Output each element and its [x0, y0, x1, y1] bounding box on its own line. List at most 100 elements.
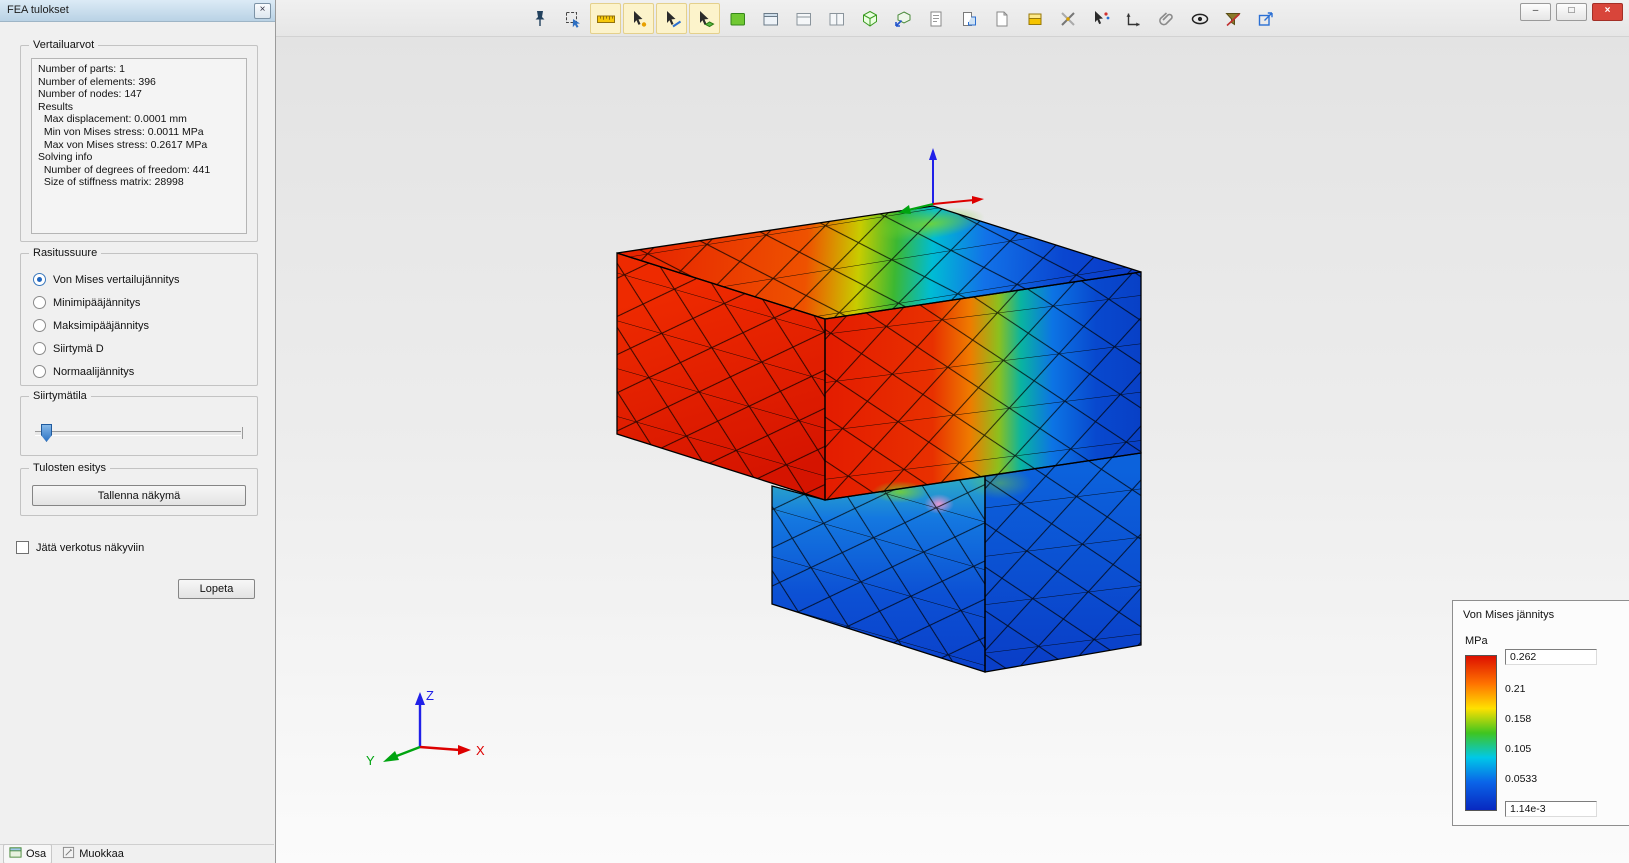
- view-pane2-icon[interactable]: [788, 3, 819, 34]
- muokkaa-icon: [62, 846, 75, 862]
- fea-stat-line: Results: [38, 100, 74, 113]
- fea-stat-line: Number of nodes: 147: [38, 88, 142, 101]
- panel-tab-label: Osa: [26, 848, 47, 860]
- group-vertailuarvot: Vertailuarvot Number of parts: 1 Number o…: [20, 39, 258, 242]
- fea-stat-line: Max von Mises stress: 0.2617 MPa: [38, 138, 208, 151]
- keep-mesh-checkbox-row[interactable]: Jätä verkotus näkyviin: [16, 541, 144, 554]
- ruler-icon[interactable]: [590, 3, 621, 34]
- group-siirtymatila: Siirtymätila: [20, 390, 258, 456]
- legend-tick-label: 0.0533: [1505, 773, 1538, 785]
- snap-edge-icon[interactable]: [656, 3, 687, 34]
- x-axis-label: X: [476, 743, 485, 758]
- panel-close-icon[interactable]: ×: [254, 3, 271, 19]
- quit-button[interactable]: Lopeta: [178, 579, 255, 599]
- filter-icon[interactable]: [1217, 3, 1248, 34]
- zoom-select-icon[interactable]: [557, 3, 588, 34]
- stress-legend: Von Mises jännitys MPa 0.262 0.21 0.158 0.1…: [1452, 600, 1629, 826]
- dimension-icon[interactable]: [1118, 3, 1149, 34]
- legend-max-field[interactable]: 0.262: [1505, 649, 1597, 665]
- legend-tick-label: 0.21: [1505, 683, 1526, 695]
- maximize-button[interactable]: □: [1556, 3, 1587, 21]
- stress-options: Von Mises vertailujännitys Minimipääjänni…: [21, 254, 257, 383]
- stress-option-row[interactable]: Normaalijännitys: [21, 360, 257, 383]
- view-pane3-icon[interactable]: [821, 3, 852, 34]
- panel-titlebar[interactable]: FEA tulokset ×: [0, 0, 275, 22]
- group-tulosten-esitys: Tulosten esitys Tallenna näkymä: [20, 462, 258, 516]
- radio-button[interactable]: [33, 365, 46, 378]
- displacement-slider[interactable]: [35, 424, 243, 442]
- app-window: Z X Y – □ × Von Mises jännitys MPa 0.262…: [0, 0, 1629, 863]
- radio-label: Von Mises vertailujännitys: [53, 273, 180, 286]
- stress-option-row[interactable]: Minimipääjännitys: [21, 291, 257, 314]
- keep-mesh-label: Jätä verkotus näkyviin: [36, 541, 145, 554]
- panel-tab-osa[interactable]: Osa: [3, 844, 53, 863]
- group-label: Tulosten esitys: [29, 462, 110, 474]
- view-pane1-icon[interactable]: [755, 3, 786, 34]
- y-axis-label: Y: [366, 753, 375, 768]
- slider-thumb[interactable]: [41, 424, 52, 442]
- radio-button[interactable]: [33, 342, 46, 355]
- fea-stat-line: Min von Mises stress: 0.0011 MPa: [38, 125, 204, 138]
- fea-stat-line: Solving info: [38, 151, 93, 164]
- legend-title: Von Mises jännitys: [1463, 609, 1555, 621]
- legend-colorbar: [1465, 655, 1497, 811]
- snap-point-icon[interactable]: [623, 3, 654, 34]
- toolbar: [524, 3, 1281, 34]
- z-axis-label: Z: [426, 688, 434, 703]
- fea-results-panel: FEA tulokset × Vertailuarvot Number of p…: [0, 0, 276, 863]
- radio-label: Siirtymä D: [53, 342, 104, 355]
- world-axes-triad: Z X Y: [366, 688, 485, 768]
- legend-tick-label: 0.158: [1505, 713, 1532, 725]
- legend-min-field[interactable]: 1.14e-3: [1505, 801, 1597, 817]
- sketch-icon[interactable]: [986, 3, 1017, 34]
- group-rasitussuure: Rasitussuure Von Mises vertailujännitys M…: [20, 247, 258, 386]
- stress-option-row[interactable]: Maksimipääjännitys: [21, 314, 257, 337]
- layers-icon[interactable]: [1019, 3, 1050, 34]
- visibility-icon[interactable]: [1184, 3, 1215, 34]
- radio-button[interactable]: [33, 319, 46, 332]
- trim-icon[interactable]: [1052, 3, 1083, 34]
- fea-stat-line: Number of parts: 1: [38, 63, 125, 75]
- top-toolbar-strip: – □ ×: [276, 0, 1629, 37]
- group-label: Vertailuarvot: [29, 39, 99, 51]
- minimize-button[interactable]: –: [1520, 3, 1551, 21]
- keep-mesh-checkbox[interactable]: [16, 541, 29, 554]
- osa-icon: [9, 846, 22, 862]
- fea-stat-line: Size of stiffness matrix: 28998: [38, 176, 184, 189]
- radio-label: Maksimipääjännitys: [53, 319, 149, 332]
- snap-face-icon[interactable]: [689, 3, 720, 34]
- slider-end-tick: [242, 427, 243, 439]
- pin-icon[interactable]: [524, 3, 555, 34]
- radio-label: Normaalijännitys: [53, 365, 135, 378]
- fea-stat-line: Number of elements: 396: [38, 75, 156, 88]
- radio-label: Minimipääjännitys: [53, 296, 141, 309]
- view-iso-icon[interactable]: [854, 3, 885, 34]
- notes-icon[interactable]: [920, 3, 951, 34]
- panel-title: FEA tulokset: [7, 4, 69, 16]
- fea-stat-line: Number of degrees of freedom: 441: [38, 163, 211, 176]
- radio-button[interactable]: [33, 273, 46, 286]
- fea-stat-line: Max displacement: 0.0001 mm: [38, 113, 187, 126]
- legend-unit: MPa: [1465, 635, 1488, 647]
- legend-tick-label: 0.105: [1505, 743, 1532, 755]
- fea-model[interactable]: [616, 201, 1142, 673]
- panel-bottom-tabs: Osa Muokkaa: [0, 844, 274, 863]
- clipboard-icon[interactable]: [953, 3, 984, 34]
- panel-tab-muokkaa[interactable]: Muokkaa: [56, 844, 130, 863]
- group-label: Rasitussuure: [29, 247, 102, 259]
- panel-tab-label: Muokkaa: [79, 848, 124, 860]
- group-label: Siirtymätila: [29, 390, 91, 402]
- attach-icon[interactable]: [1151, 3, 1182, 34]
- export-icon[interactable]: [1250, 3, 1281, 34]
- stress-option-row[interactable]: Von Mises vertailujännitys: [21, 268, 257, 291]
- view-shaded-icon[interactable]: [722, 3, 753, 34]
- close-button[interactable]: ×: [1592, 3, 1623, 21]
- origin-triad: [898, 148, 984, 214]
- pick-special-icon[interactable]: [1085, 3, 1116, 34]
- view-orient-icon[interactable]: [887, 3, 918, 34]
- window-controls: – □ ×: [1520, 3, 1623, 21]
- fea-stats-box: Number of parts: 1 Number of elements: 39…: [31, 58, 247, 234]
- save-view-button[interactable]: Tallenna näkymä: [32, 485, 246, 506]
- radio-button[interactable]: [33, 296, 46, 309]
- stress-option-row[interactable]: Siirtymä D: [21, 337, 257, 360]
